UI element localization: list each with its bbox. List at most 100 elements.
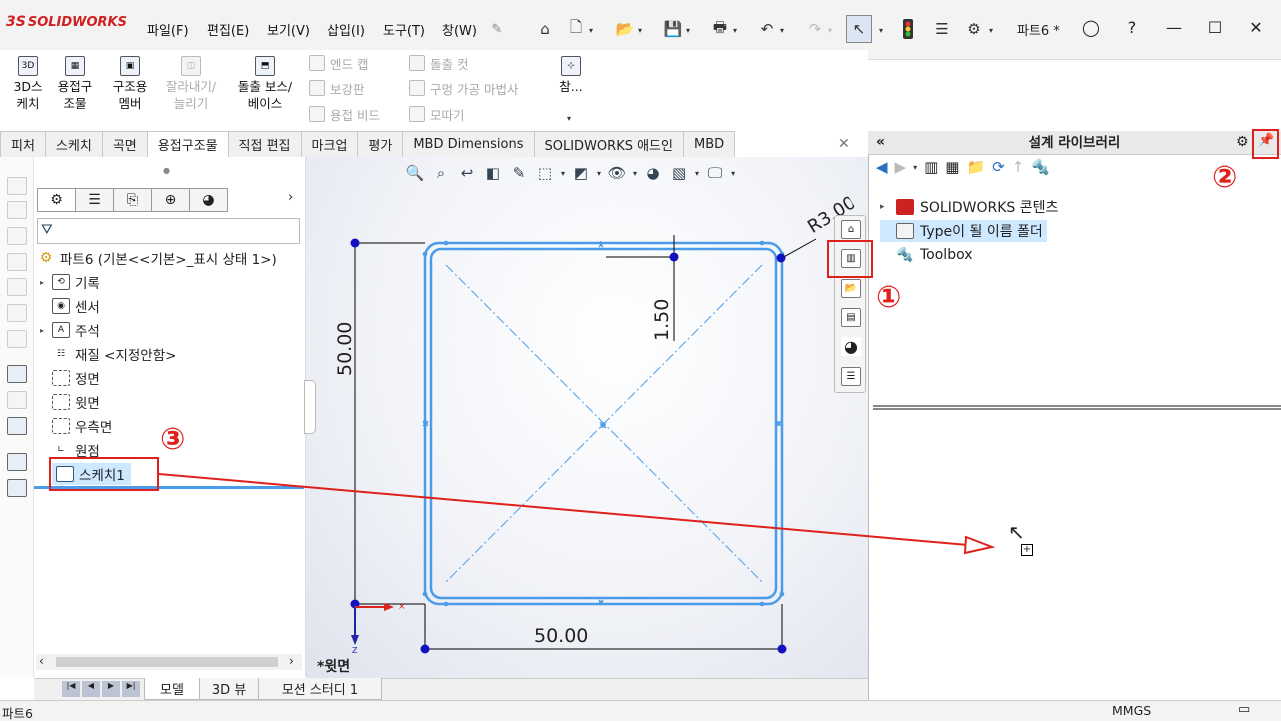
tab-surfaces[interactable]: 곡면 <box>101 131 148 157</box>
redo-icon[interactable]: ↷ <box>804 18 826 40</box>
strip-tool-icon-7[interactable] <box>7 330 27 348</box>
tab-model[interactable]: 모델 <box>144 678 200 700</box>
tree-item-right-plane[interactable]: 우측면 <box>40 415 112 437</box>
menu-window[interactable]: 창(W) <box>442 20 477 39</box>
menu-tools[interactable]: 도구(T) <box>383 20 425 39</box>
redo-dropdown-icon[interactable]: ▾ <box>828 26 832 35</box>
print-icon[interactable]: 🖶 <box>709 18 731 40</box>
expand-annotations-icon[interactable]: ▸ <box>40 326 52 335</box>
rebuild-traffic-light-icon[interactable] <box>897 18 919 40</box>
tab-motion-study[interactable]: 모션 스터디 1 <box>258 678 382 700</box>
tab-features[interactable]: 피처 <box>0 131 46 157</box>
structural-member-command[interactable]: ▣ 구조용 멤버 <box>104 56 156 112</box>
close-button[interactable]: ✕ <box>1245 16 1267 38</box>
open-icon[interactable]: 📂 <box>614 18 636 40</box>
tab-weldments[interactable]: 용접구조물 <box>146 131 229 157</box>
dimension-width[interactable]: 50.00 <box>534 625 588 647</box>
strip-tool-icon-5[interactable] <box>7 278 27 296</box>
save-dropdown-icon[interactable]: ▾ <box>686 26 690 35</box>
forward-icon[interactable]: ▶ <box>895 158 907 176</box>
expand-content-icon[interactable]: ▸ <box>880 202 896 212</box>
menu-insert[interactable]: 삽입(I) <box>327 20 365 39</box>
maximize-button[interactable]: ☐ <box>1204 16 1226 38</box>
extruded-cut-command[interactable]: 돌출 컷 <box>409 52 468 74</box>
history-dropdown-icon[interactable]: ▾ <box>913 163 917 172</box>
custom-properties-icon[interactable]: ☰ <box>841 367 861 386</box>
extrude-boss-command[interactable]: ⬒ 돌출 보스/ 베이스 <box>229 56 301 112</box>
tree-item-top-plane[interactable]: 윗면 <box>40 391 100 413</box>
help-icon[interactable]: ? <box>1121 16 1143 38</box>
end-cap-command[interactable]: 엔드 캡 <box>309 52 368 74</box>
back-icon[interactable]: ◀ <box>876 158 888 176</box>
tree-item-front-plane[interactable]: 정면 <box>40 367 100 389</box>
expand-history-icon[interactable]: ▸ <box>40 278 52 287</box>
tab-sketch[interactable]: 스케치 <box>44 131 103 157</box>
menu-edit[interactable]: 편집(E) <box>207 20 249 39</box>
add-file-location-icon[interactable]: ▦ <box>945 158 959 176</box>
strip-tool-icon-4[interactable] <box>7 253 27 271</box>
new-document-icon[interactable]: 🗋 <box>565 18 587 40</box>
panel-grip-icon[interactable]: ● <box>163 166 170 175</box>
tree-item-material[interactable]: ☷ 재질 <지정안함> <box>40 343 176 365</box>
strip-tool-icon-12[interactable] <box>7 479 27 497</box>
home-icon[interactable]: ⌂ <box>534 18 556 40</box>
select-cursor-icon[interactable]: ↖ <box>846 15 872 43</box>
dimension-height[interactable]: 50.00 <box>334 296 356 376</box>
solidworks-logo[interactable]: 3S SOLIDWORKS <box>6 12 127 32</box>
tree-item-annotations[interactable]: ▸ A 주석 <box>40 319 100 341</box>
library-item-custom-folder[interactable]: Type이 될 이름 폴더 <box>880 220 1047 242</box>
feature-filter-input[interactable]: ⛛ <box>37 218 300 244</box>
tab-markup[interactable]: 마크업 <box>300 131 359 157</box>
undo-icon[interactable]: ↶ <box>756 18 778 40</box>
strip-tool-icon-8[interactable] <box>7 365 27 383</box>
tree-item-sensors[interactable]: ◉ 센서 <box>40 295 100 317</box>
view-palette-icon[interactable]: ▤ <box>841 308 861 327</box>
options-dropdown-icon[interactable]: ▾ <box>989 26 993 35</box>
library-splitter[interactable] <box>873 405 1281 410</box>
next-tab-icon[interactable]: ▶ <box>102 681 120 697</box>
file-properties-icon[interactable]: ☰ <box>931 18 953 40</box>
menu-file[interactable]: 파일(F) <box>147 20 189 39</box>
last-tab-icon[interactable]: ▶| <box>122 681 140 697</box>
scroll-right-icon[interactable]: › <box>289 654 294 668</box>
menu-view[interactable]: 보기(V) <box>267 20 310 39</box>
configuration-manager-tab-icon[interactable]: ⎘ <box>113 188 152 212</box>
sketch3d-command[interactable]: 3D 3D스 케치 <box>9 56 47 112</box>
add-to-library-icon[interactable]: ▥ <box>924 158 938 176</box>
scroll-left-icon[interactable]: ‹ <box>39 654 44 668</box>
property-manager-tab-icon[interactable]: ☰ <box>75 188 114 212</box>
user-account-icon[interactable]: ◯ <box>1080 16 1102 38</box>
status-options-icon[interactable]: ▭ <box>1238 702 1250 717</box>
options-gear-icon[interactable]: ⚙ <box>963 18 985 40</box>
dimension-thickness[interactable]: 1.50 <box>651 299 673 341</box>
hole-wizard-command[interactable]: 구멍 가공 마법사 <box>409 77 518 99</box>
print-dropdown-icon[interactable]: ▾ <box>733 26 737 35</box>
fm-tabs-scroll-right-icon[interactable]: › <box>288 190 293 205</box>
dimxpert-tab-icon[interactable]: ⊕ <box>151 188 190 212</box>
tab-evaluate[interactable]: 평가 <box>357 131 404 157</box>
tab-solidworks-addins[interactable]: SOLIDWORKS 애드인 <box>533 131 684 157</box>
close-tabs-icon[interactable]: ✕ <box>838 136 850 152</box>
gusset-command[interactable]: 보강판 <box>309 77 365 99</box>
strip-tool-icon-11[interactable] <box>7 453 27 471</box>
first-tab-icon[interactable]: |◀ <box>62 681 80 697</box>
unit-system[interactable]: MMGS <box>1112 703 1151 718</box>
strip-tool-icon-3[interactable] <box>7 227 27 245</box>
tab-direct-editing[interactable]: 직접 편집 <box>227 131 302 157</box>
strip-tool-icon-6[interactable] <box>7 304 27 322</box>
toolbox-settings-icon[interactable]: 🔩 <box>1031 158 1050 176</box>
solidworks-resources-icon[interactable]: ⌂ <box>841 220 861 239</box>
strip-tool-icon-1[interactable] <box>7 177 27 195</box>
feature-tree-root[interactable]: ⚙ 파트6 (기본<<기본>_표시 상태 1>) <box>37 247 277 269</box>
select-dropdown-icon[interactable]: ▾ <box>879 26 883 35</box>
scroll-thumb[interactable] <box>56 657 278 667</box>
pin-menu-icon[interactable]: ✎ <box>486 18 508 40</box>
feature-tree-hscrollbar[interactable]: ‹ › <box>36 654 302 670</box>
undo-dropdown-icon[interactable]: ▾ <box>780 26 784 35</box>
feature-tree-tab-icon[interactable]: ⚙ <box>37 188 76 212</box>
tab-mbd[interactable]: MBD <box>682 131 736 157</box>
tab-mbd-dimensions[interactable]: MBD Dimensions <box>402 131 535 157</box>
strip-tool-icon-2[interactable] <box>7 201 27 219</box>
strip-tool-icon-10[interactable] <box>7 417 27 435</box>
library-item-toolbox[interactable]: 🔩 Toolbox <box>880 244 972 266</box>
